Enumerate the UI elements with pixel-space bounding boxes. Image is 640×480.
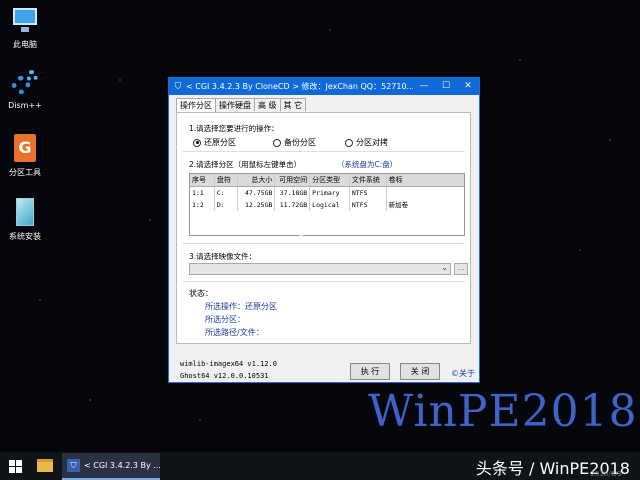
divider [182, 243, 465, 244]
column-header[interactable]: 文件系统 [350, 174, 387, 186]
radio-label: 分区对拷 [356, 138, 388, 147]
tab-partition-ops[interactable]: 操作分区 [176, 98, 216, 112]
table-cell: NTFS [350, 187, 387, 199]
desktop-icon-label: 系统安装 [9, 232, 41, 241]
table-cell: NTFS [350, 199, 387, 211]
taskbar: ⛉ < CGI 3.4.2.3 By ... 头条号 / WinPE2018 [0, 452, 640, 480]
status-operation: 所选操作：还原分区 [205, 302, 277, 311]
close-button[interactable]: 关 闭 [400, 363, 440, 380]
tab-advanced[interactable]: 高 级 [254, 98, 281, 111]
radio-copy-partition[interactable]: 分区对拷 [345, 137, 388, 148]
title-bar[interactable]: ⛉ < CGI 3.4.2.3 By CloneCD > 修改：JexChan … [169, 78, 479, 95]
table-cell [387, 187, 464, 199]
divider [182, 151, 465, 152]
section3-title: 3.请选择映像文件： [189, 252, 257, 261]
cgi-window: ⛉ < CGI 3.4.2.3 By CloneCD > 修改：JexChan … [168, 77, 480, 383]
start-button[interactable] [9, 460, 23, 474]
gears-icon [10, 68, 40, 98]
image-file-select[interactable]: ⌄ [189, 263, 451, 275]
desktop-icon-computer[interactable]: 此电脑 [2, 6, 48, 50]
partition-tool-icon: G [10, 134, 40, 164]
installer-icon [10, 198, 40, 228]
column-header[interactable]: 卷标 [387, 174, 464, 186]
table-cell: Primary [310, 187, 350, 199]
desktop-icon-label: Dism++ [8, 101, 42, 110]
table-cell: 37.18GB [275, 187, 311, 199]
system-drive-hint: （系统盘为C:盘） [337, 160, 398, 169]
execute-button[interactable]: 执 行 [350, 363, 390, 380]
column-header[interactable]: 分区类型 [310, 174, 350, 186]
desktop-icon-partition-tool[interactable]: G 分区工具 [2, 134, 48, 178]
column-header[interactable]: 序号 [190, 174, 215, 186]
ghost-version: Ghost64 v12.0.0.10531 [180, 372, 269, 380]
radio-restore-partition[interactable]: 还原分区 [193, 137, 236, 148]
close-window-button[interactable]: ✕ [457, 78, 479, 95]
table-cell: 11.72GB [275, 199, 311, 211]
taskbar-task-label: < CGI 3.4.2.3 By ... [84, 461, 160, 470]
file-explorer-icon[interactable] [37, 459, 53, 472]
column-header[interactable]: 盘符 [215, 174, 238, 186]
radio-label: 备份分区 [284, 138, 316, 147]
status-title: 状态： [189, 289, 213, 298]
tab-panel: 1.请选择您要进行的操作： 还原分区 备份分区 分区对拷 2.请选择分区（用鼠标… [176, 112, 471, 344]
radio-dot [273, 138, 281, 147]
table-cell: 12.25GB [238, 199, 276, 211]
watermark-text: WinPE2018 [368, 386, 638, 437]
chevron-down-icon[interactable]: ⌄ [441, 263, 448, 272]
table-cell: D: [215, 199, 238, 211]
desktop-icon-label: 此电脑 [13, 40, 37, 49]
tab-strip: 操作分区 操作硬盘 高 级 其 它 [176, 98, 307, 112]
desktop-icon-installer[interactable]: 系统安装 [2, 198, 48, 242]
radio-label: 还原分区 [204, 138, 236, 147]
section2-title: 2.请选择分区（用鼠标左键单击） [189, 160, 302, 169]
column-header[interactable]: 可用空间 [275, 174, 311, 186]
table-cell: 新加卷 [388, 201, 409, 209]
clock-date: 2018/6/3 [590, 470, 622, 478]
status-path: 所选路径/文件： [205, 328, 264, 337]
tab-disk-ops[interactable]: 操作硬盘 [215, 98, 255, 111]
browse-button[interactable]: ... [454, 263, 468, 275]
desktop-icon-dism[interactable]: Dism++ [2, 68, 48, 110]
window-title: < CGI 3.4.2.3 By CloneCD > 修改：JexChan QQ… [186, 82, 413, 91]
computer-icon [10, 6, 40, 36]
table-cell: C: [215, 187, 238, 199]
table-cell: 1:1 [190, 187, 215, 199]
about-link[interactable]: ©关于 [451, 368, 475, 379]
tab-other[interactable]: 其 它 [279, 98, 307, 111]
table-cell: Logical [310, 199, 350, 211]
table-cell: 1:2 [190, 199, 215, 211]
section1-title: 1.请选择您要进行的操作： [189, 124, 279, 133]
status-partition: 所选分区： [205, 315, 245, 324]
radio-dot [193, 138, 201, 147]
app-icon: ⛉ [67, 459, 80, 472]
table-header: 序号 盘符 总大小 可用空间 分区类型 文件系统 卷标 [190, 174, 464, 187]
desktop-icon-label: 分区工具 [9, 168, 41, 177]
partition-table: 序号 盘符 总大小 可用空间 分区类型 文件系统 卷标 1:1 C: 47.75… [189, 173, 465, 236]
table-cell: 47.75GB [238, 187, 276, 199]
taskbar-task-cgi[interactable]: ⛉ < CGI 3.4.2.3 By ... [62, 453, 160, 480]
radio-backup-partition[interactable]: 备份分区 [273, 137, 316, 148]
table-row[interactable]: 1:1 C: 47.75GB 37.18GB Primary NTFS [190, 187, 464, 199]
column-header[interactable]: 总大小 [238, 174, 276, 186]
app-icon: ⛉ [174, 81, 182, 92]
minimize-button[interactable]: — [413, 78, 435, 95]
wimlib-version: wimlib-imagex64 v1.12.0 [180, 360, 277, 368]
table-row[interactable]: 1:2 D: 12.25GB 11.72GB Logical NTFS 新加卷 [190, 199, 464, 211]
maximize-button[interactable]: ☐ [435, 78, 457, 95]
radio-dot [345, 138, 353, 147]
divider [182, 281, 465, 282]
